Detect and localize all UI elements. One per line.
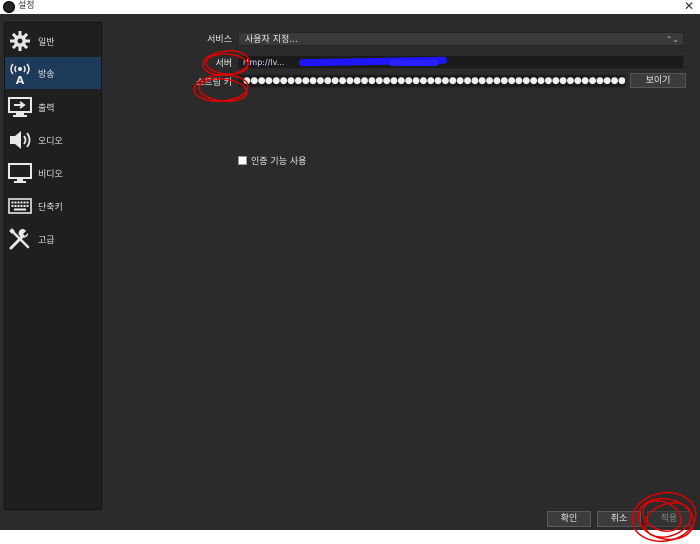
server-label: 서버 xyxy=(215,59,232,69)
apply-button[interactable]: 적용 xyxy=(647,511,691,527)
obs-logo-icon xyxy=(3,1,15,13)
sidebar-item-output[interactable]: 출력 xyxy=(5,91,101,123)
sidebar-item-video[interactable]: 비디오 xyxy=(5,157,101,189)
cancel-button[interactable]: 취소 xyxy=(597,511,641,527)
chevron-updown-icon: ⌃⌄ xyxy=(665,35,679,44)
sidebar-item-stream[interactable]: A 방송 xyxy=(5,57,101,89)
sidebar-item-label: 비디오 xyxy=(38,169,63,180)
sidebar-item-label: 출력 xyxy=(38,103,55,114)
stream-key-input[interactable]: ●●●●●●●●●●●●●●●●●●●●●●●●●●●●●●●●●●●●●●●●… xyxy=(238,74,626,88)
sidebar-item-label: 오디오 xyxy=(38,136,63,147)
server-value: rtmp://lv... xyxy=(243,58,285,67)
sidebar-item-label: 단축키 xyxy=(38,202,63,213)
redaction-mark xyxy=(389,60,439,66)
server-input[interactable]: rtmp://lv... xyxy=(238,55,684,69)
tools-icon xyxy=(8,227,32,251)
title-bar: 설정 ✕ xyxy=(0,0,700,14)
sidebar-item-audio[interactable]: 오디오 xyxy=(5,124,101,156)
speaker-icon xyxy=(8,128,32,152)
service-select[interactable]: 사용자 지정... ⌃⌄ xyxy=(238,32,684,46)
auth-label: 인증 기능 사용 xyxy=(251,157,307,167)
ok-button[interactable]: 확인 xyxy=(547,511,591,527)
gear-icon xyxy=(8,29,32,53)
stream-key-label: 스트림 키 xyxy=(196,78,232,88)
sidebar-item-label: 일반 xyxy=(38,37,55,48)
settings-sidebar: 일반 A 방송 출력 오디오 비디오 단축키 고급 xyxy=(4,22,102,510)
keyboard-icon xyxy=(8,194,32,218)
sidebar-item-label: 고급 xyxy=(38,235,55,246)
auth-checkbox-row[interactable]: 인증 기능 사용 xyxy=(238,154,306,167)
sidebar-item-advanced[interactable]: 고급 xyxy=(5,223,101,255)
show-key-button[interactable]: 보이기 xyxy=(630,73,686,88)
broadcast-icon: A xyxy=(8,61,32,85)
close-icon[interactable]: ✕ xyxy=(684,0,694,13)
settings-window: 일반 A 방송 출력 오디오 비디오 단축키 고급 서비스 사용자 지정... … xyxy=(0,14,700,530)
stream-key-value: ●●●●●●●●●●●●●●●●●●●●●●●●●●●●●●●●●●●●●●●●… xyxy=(243,76,626,86)
sidebar-item-hotkeys[interactable]: 단축키 xyxy=(5,190,101,222)
service-value: 사용자 지정... xyxy=(245,35,298,45)
sidebar-item-label: 방송 xyxy=(38,69,55,80)
svg-text:A: A xyxy=(16,74,25,85)
window-title: 설정 xyxy=(18,1,35,11)
output-icon xyxy=(8,95,32,119)
bottom-strip xyxy=(0,530,700,544)
sidebar-item-general[interactable]: 일반 xyxy=(5,25,101,57)
monitor-icon xyxy=(8,161,32,185)
service-label: 서비스 xyxy=(207,35,232,45)
auth-checkbox[interactable] xyxy=(238,156,247,165)
